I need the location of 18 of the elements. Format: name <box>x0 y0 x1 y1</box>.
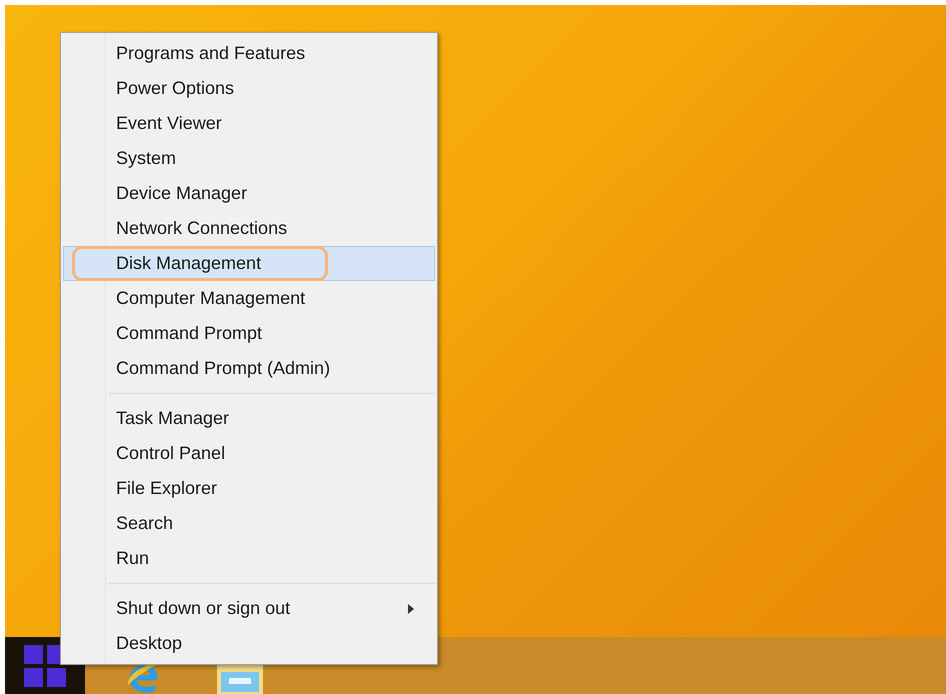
menu-item[interactable]: Run <box>63 541 435 576</box>
menu-item[interactable]: Event Viewer <box>63 106 435 141</box>
menu-item[interactable]: Desktop <box>63 626 435 661</box>
menu-item[interactable]: Control Panel <box>63 436 435 471</box>
menu-item[interactable]: Command Prompt <box>63 316 435 351</box>
menu-item[interactable]: Command Prompt (Admin) <box>63 351 435 386</box>
windows-logo-icon <box>24 644 66 686</box>
menu-item[interactable]: System <box>63 141 435 176</box>
menu-item[interactable]: Search <box>63 506 435 541</box>
folder-icon <box>217 664 263 694</box>
menu-item[interactable]: Network Connections <box>63 211 435 246</box>
menu-item[interactable]: Shut down or sign out <box>63 591 435 626</box>
menu-item[interactable]: Computer Management <box>63 281 435 316</box>
menu-item[interactable]: Programs and Features <box>63 36 435 71</box>
menu-item[interactable]: File Explorer <box>63 471 435 506</box>
menu-item[interactable]: Power Options <box>63 71 435 106</box>
menu-item[interactable]: Device Manager <box>63 176 435 211</box>
menu-item[interactable]: Task Manager <box>63 401 435 436</box>
